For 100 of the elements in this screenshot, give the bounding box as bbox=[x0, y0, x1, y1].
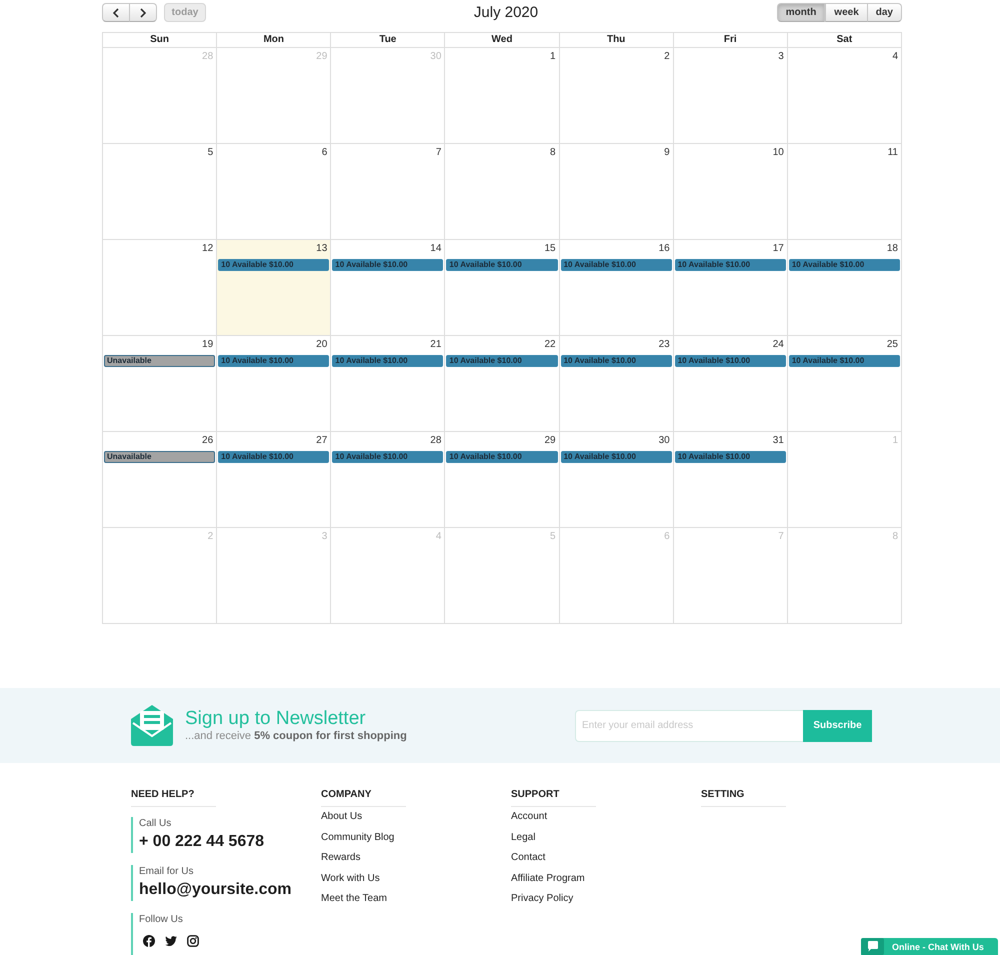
contact-value: + 00 222 44 5678 bbox=[139, 832, 264, 852]
day-cell[interactable]: 13 10 Available $10.00 bbox=[217, 240, 332, 336]
day-cell[interactable]: 15 10 Available $10.00 bbox=[445, 240, 560, 336]
calendar-event[interactable]: 10 Available $10.00 bbox=[674, 451, 786, 463]
day-cell[interactable]: 22 10 Available $10.00 bbox=[445, 336, 560, 432]
day-number: 30 bbox=[658, 435, 670, 447]
calendar-event[interactable]: Unavailable bbox=[104, 355, 216, 367]
calendar-event[interactable]: 10 Available $10.00 bbox=[218, 355, 330, 367]
view-tab[interactable]: month bbox=[776, 3, 826, 22]
day-cell[interactable]: 17 10 Available $10.00 bbox=[674, 240, 788, 336]
footer-heading: SETTING bbox=[701, 789, 744, 801]
footer-link[interactable]: Meet the Team bbox=[321, 889, 387, 910]
day-cell[interactable]: 27 10 Available $10.00 bbox=[217, 432, 332, 528]
calendar-event[interactable]: 10 Available $10.00 bbox=[332, 355, 444, 367]
weekday-header: Tue bbox=[331, 33, 446, 48]
day-number: 9 bbox=[664, 147, 670, 159]
day-cell[interactable]: 19 Unavailable bbox=[103, 336, 218, 432]
footer-link[interactable]: Contact bbox=[511, 848, 546, 868]
day-cell[interactable]: 14 10 Available $10.00 bbox=[331, 240, 446, 336]
day-number: 13 bbox=[316, 243, 328, 255]
view-tab[interactable]: day bbox=[866, 3, 902, 22]
day-cell[interactable]: 2 bbox=[560, 48, 674, 144]
day-number: 23 bbox=[658, 339, 670, 351]
calendar-event[interactable]: Unavailable bbox=[104, 451, 216, 463]
day-number: 3 bbox=[778, 51, 784, 63]
day-cell[interactable]: 26 Unavailable bbox=[103, 432, 218, 528]
day-number: 7 bbox=[436, 147, 442, 159]
day-cell[interactable]: 7 bbox=[331, 144, 446, 240]
footer-link[interactable]: Affiliate Program bbox=[511, 868, 585, 889]
day-number: 28 bbox=[430, 435, 442, 447]
footer-link[interactable]: Work with Us bbox=[321, 868, 380, 889]
day-number: 2 bbox=[208, 531, 214, 543]
calendar-event[interactable]: 10 Available $10.00 bbox=[560, 259, 672, 271]
follow-label: Follow Us bbox=[139, 913, 183, 927]
calendar-event[interactable]: 10 Available $10.00 bbox=[218, 451, 330, 463]
calendar-event[interactable]: 10 Available $10.00 bbox=[560, 451, 672, 463]
weekday-header: Sat bbox=[788, 33, 902, 48]
day-number: 15 bbox=[544, 243, 556, 255]
footer-link[interactable]: Legal bbox=[511, 828, 536, 848]
day-cell[interactable]: 24 10 Available $10.00 bbox=[674, 336, 788, 432]
newsletter-subtitle: ...and receive 5% coupon for first shopping bbox=[185, 730, 407, 743]
day-number: 8 bbox=[550, 147, 556, 159]
calendar-event[interactable]: 10 Available $10.00 bbox=[446, 259, 558, 271]
day-cell[interactable]: 23 10 Available $10.00 bbox=[560, 336, 674, 432]
day-number: 28 bbox=[202, 51, 214, 63]
day-cell[interactable]: 18 10 Available $10.00 bbox=[788, 240, 902, 336]
day-cell[interactable]: 31 10 Available $10.00 bbox=[674, 432, 788, 528]
contact-value: hello@yoursite.com bbox=[139, 880, 292, 900]
day-cell[interactable]: 28 10 Available $10.00 bbox=[331, 432, 446, 528]
day-cell[interactable]: 25 10 Available $10.00 bbox=[788, 336, 902, 432]
day-number: 21 bbox=[430, 339, 442, 351]
day-cell[interactable]: 4 bbox=[788, 48, 902, 144]
day-cell[interactable]: 10 bbox=[674, 144, 788, 240]
footer-link[interactable]: Privacy Policy bbox=[511, 889, 574, 910]
calendar-event[interactable]: 10 Available $10.00 bbox=[446, 451, 558, 463]
day-cell[interactable]: 21 10 Available $10.00 bbox=[331, 336, 446, 432]
weekday-header: Fri bbox=[674, 33, 788, 48]
calendar-event[interactable]: 10 Available $10.00 bbox=[560, 355, 672, 367]
calendar-event[interactable]: 10 Available $10.00 bbox=[332, 259, 444, 271]
day-cell[interactable]: 20 10 Available $10.00 bbox=[217, 336, 332, 432]
day-number: 6 bbox=[322, 147, 328, 159]
day-cell[interactable]: 9 bbox=[560, 144, 674, 240]
camera-icon[interactable] bbox=[187, 935, 199, 947]
weekday-header: Mon bbox=[217, 33, 332, 48]
bird-icon[interactable] bbox=[165, 936, 177, 946]
weekday-header: Thu bbox=[560, 33, 674, 48]
contact-label: Call Us bbox=[139, 817, 172, 831]
calendar-event[interactable]: 10 Available $10.00 bbox=[218, 259, 330, 271]
calendar-event[interactable]: 10 Available $10.00 bbox=[446, 355, 558, 367]
previous-button[interactable] bbox=[102, 3, 130, 22]
chevron-right-icon bbox=[140, 8, 146, 18]
calendar-event[interactable]: 10 Available $10.00 bbox=[332, 451, 444, 463]
day-number: 8 bbox=[892, 531, 898, 543]
day-cell[interactable]: 30 10 Available $10.00 bbox=[560, 432, 674, 528]
calendar-event[interactable]: 10 Available $10.00 bbox=[788, 259, 900, 271]
day-cell[interactable]: 3 bbox=[674, 48, 788, 144]
footer-link[interactable]: Rewards bbox=[321, 848, 360, 868]
newsletter-title: Sign up to Newsletter bbox=[185, 708, 366, 730]
day-cell[interactable]: 16 10 Available $10.00 bbox=[560, 240, 674, 336]
day-cell[interactable]: 29 10 Available $10.00 bbox=[445, 432, 560, 528]
day-cell[interactable]: 8 bbox=[445, 144, 560, 240]
footer-link[interactable]: Community Blog bbox=[321, 828, 394, 848]
day-cell[interactable]: 11 bbox=[788, 144, 902, 240]
view-tab[interactable]: week bbox=[825, 3, 868, 22]
day-number: 14 bbox=[430, 243, 442, 255]
day-number: 24 bbox=[772, 339, 784, 351]
next-button[interactable] bbox=[129, 3, 157, 22]
footer-link[interactable]: About Us bbox=[321, 807, 362, 828]
day-number: 26 bbox=[202, 435, 214, 447]
calendar-event[interactable]: 10 Available $10.00 bbox=[674, 355, 786, 367]
day-number: 7 bbox=[778, 531, 784, 543]
calendar-event[interactable]: 10 Available $10.00 bbox=[674, 259, 786, 271]
footer-heading: SUPPORT bbox=[511, 789, 560, 801]
f-circle-icon[interactable] bbox=[143, 935, 155, 947]
day-number: 27 bbox=[316, 435, 328, 447]
footer-link[interactable]: Account bbox=[511, 807, 548, 828]
day-number: 19 bbox=[202, 339, 214, 351]
day-cell[interactable]: 5 bbox=[103, 144, 218, 240]
calendar-event[interactable]: 10 Available $10.00 bbox=[788, 355, 900, 367]
day-cell[interactable]: 1 bbox=[445, 48, 560, 144]
